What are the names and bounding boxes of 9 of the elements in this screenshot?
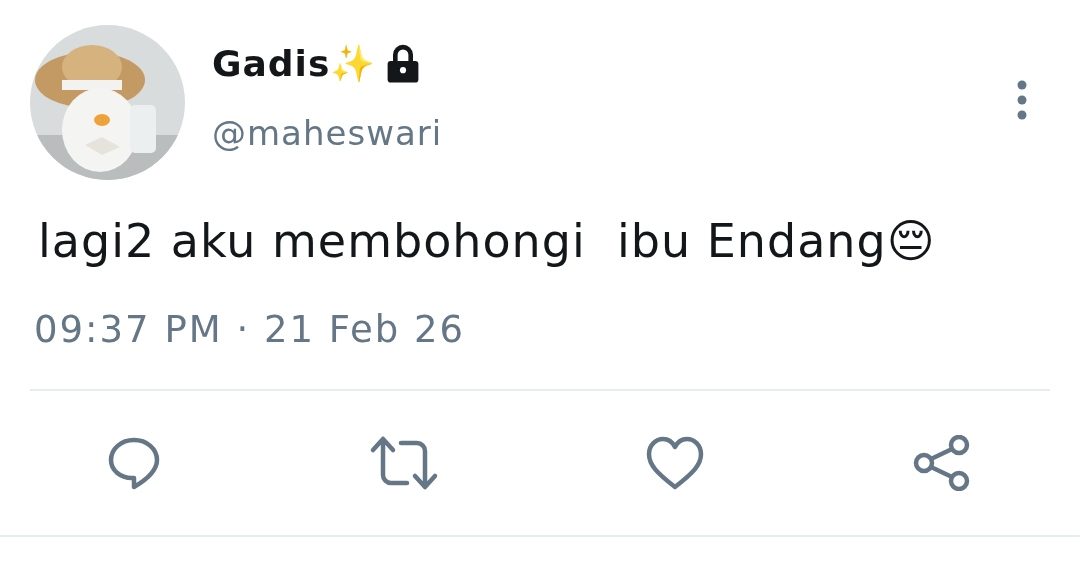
retweet-icon[interactable] bbox=[368, 435, 439, 491]
timestamp: 09:37 PM · 21 Feb 26 bbox=[34, 308, 467, 351]
reply-icon[interactable] bbox=[106, 435, 162, 491]
username: @maheswari bbox=[212, 113, 443, 153]
share-icon[interactable] bbox=[911, 435, 972, 491]
display-name: Gadis✨ bbox=[212, 43, 377, 85]
more-icon[interactable] bbox=[1016, 80, 1028, 120]
heart-icon[interactable] bbox=[645, 435, 706, 491]
tweet-text: lagi2 aku membohongi ibu Endang😔 bbox=[38, 214, 937, 268]
